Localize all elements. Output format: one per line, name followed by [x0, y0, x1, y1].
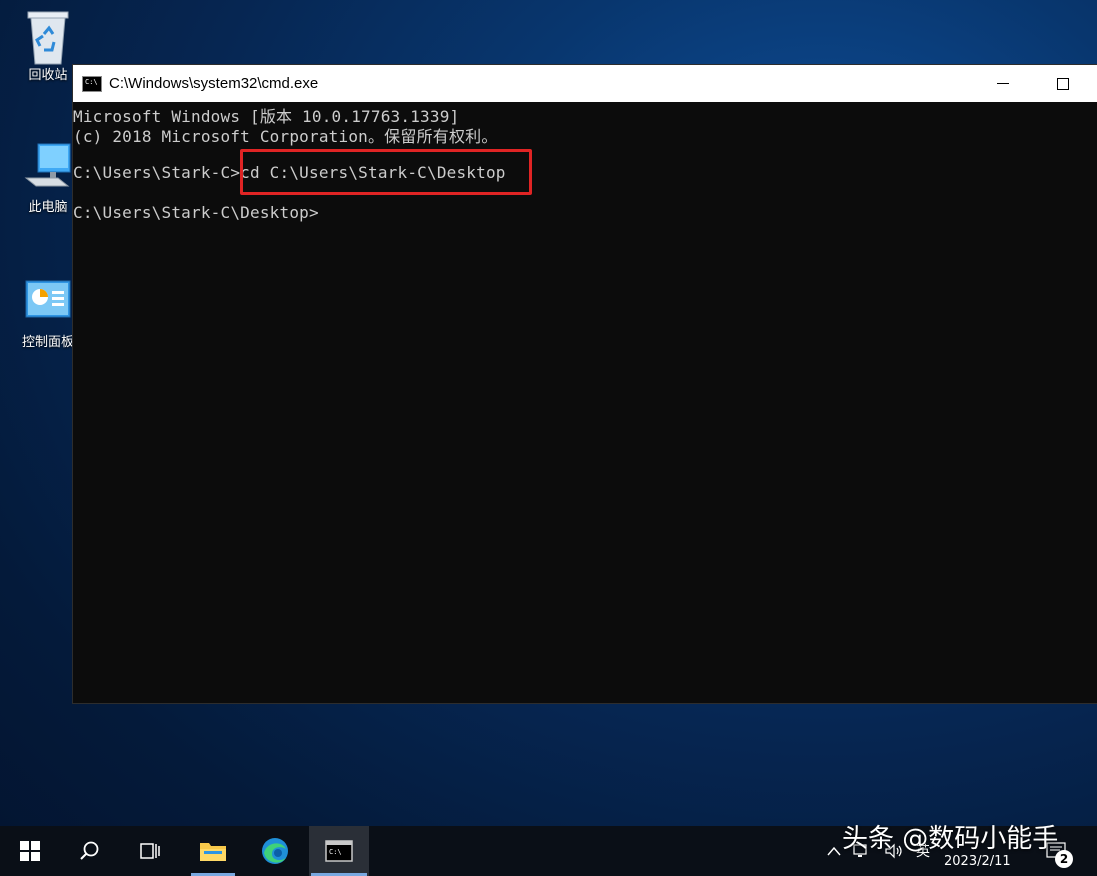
minimize-button[interactable]: [980, 65, 1026, 102]
task-view-icon: [140, 843, 160, 859]
cmd-app-icon: C:\: [82, 75, 102, 92]
start-button[interactable]: [6, 826, 54, 876]
edge-browser-button[interactable]: [251, 826, 299, 876]
search-icon: [80, 841, 99, 860]
edge-icon: [262, 838, 288, 864]
command-highlight-box: [240, 149, 532, 195]
recycle-bin-icon: [22, 8, 74, 65]
cmd-window[interactable]: C:\ C:\Windows\system32\cmd.exe Microsof…: [73, 65, 1097, 703]
window-title: C:\Windows\system32\cmd.exe: [109, 75, 319, 92]
maximize-icon: [1057, 77, 1069, 90]
watermark: 头条 @数码小能手: [842, 824, 1059, 854]
computer-icon: [22, 140, 74, 192]
maximize-button[interactable]: [1040, 65, 1086, 102]
show-hidden-icons-button[interactable]: [826, 826, 842, 876]
control-panel-icon: [22, 275, 74, 327]
file-explorer-button[interactable]: [189, 826, 237, 876]
task-view-button[interactable]: [126, 826, 174, 876]
console-prompt: C:\Users\Stark-C\Desktop>: [73, 203, 319, 222]
svg-text:C:\: C:\: [329, 848, 342, 856]
windows-logo-icon: [20, 841, 40, 861]
title-bar[interactable]: C:\ C:\Windows\system32\cmd.exe: [73, 65, 1097, 102]
cmd-taskbar-button[interactable]: C:\: [309, 826, 369, 876]
chevron-up-icon: [827, 846, 841, 856]
folder-icon: [200, 843, 226, 861]
search-button[interactable]: [66, 826, 114, 876]
cmd-icon: C:\: [325, 840, 353, 862]
console-line: (c) 2018 Microsoft Corporation。保留所有权利。: [73, 127, 498, 146]
minimize-icon: [997, 83, 1009, 84]
